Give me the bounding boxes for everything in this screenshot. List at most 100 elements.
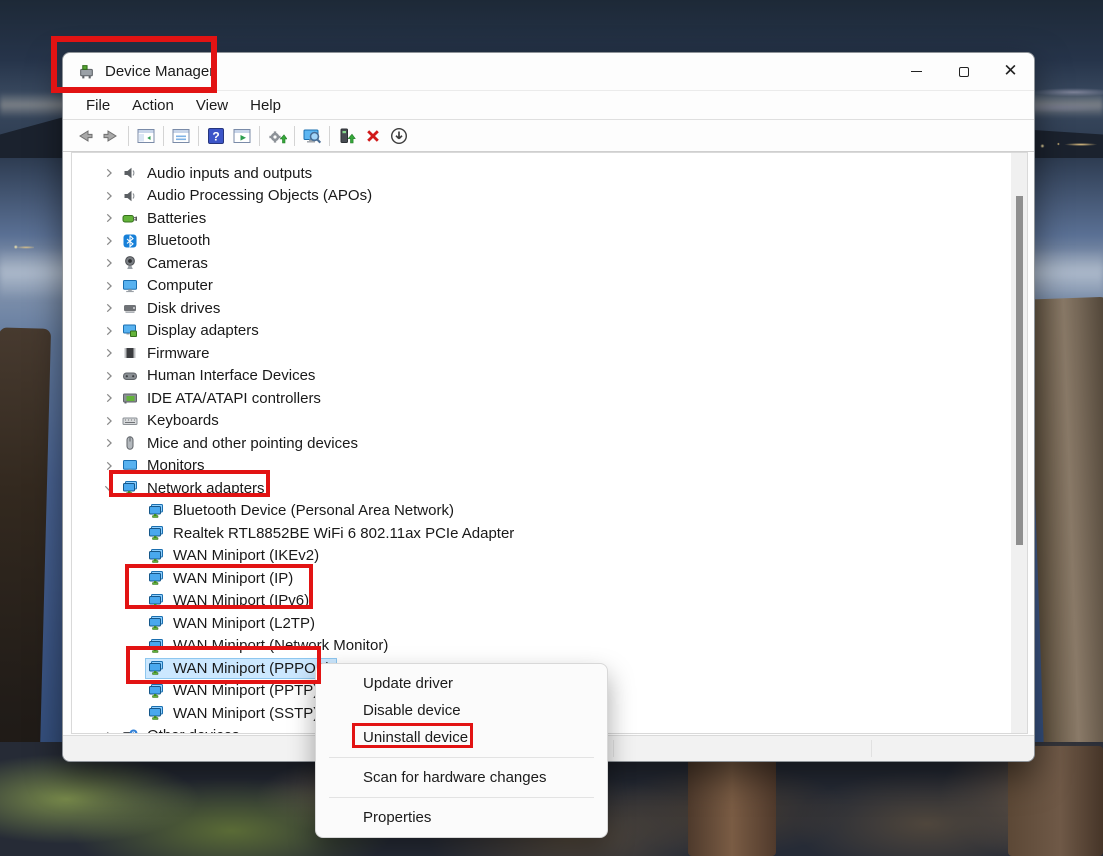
tree-item-target[interactable]: Display adapters — [119, 320, 265, 341]
context-menu-item-update-driver[interactable]: Update driver — [316, 670, 607, 697]
context-menu-item-properties[interactable]: Properties — [316, 804, 607, 831]
tree-item[interactable]: Display adapters — [72, 320, 1011, 343]
context-menu: Update driverDisable deviceUninstall dev… — [315, 663, 608, 838]
tree-item[interactable]: Monitors — [72, 455, 1011, 478]
chevron-right-icon[interactable] — [99, 233, 119, 249]
tree-item-target[interactable]: WAN Miniport (IKEv2) — [145, 545, 325, 566]
tree-item-target[interactable]: Firmware — [119, 343, 216, 364]
update-driver-icon[interactable] — [334, 124, 360, 148]
chevron-right-icon[interactable] — [99, 458, 119, 474]
scrollbar-thumb[interactable] — [1016, 196, 1023, 545]
update-driver-software-icon[interactable] — [264, 124, 290, 148]
tree-item-target[interactable]: Audio inputs and outputs — [119, 163, 318, 184]
tree-item[interactable]: Audio Processing Objects (APOs) — [72, 185, 1011, 208]
tree-item[interactable]: Mice and other pointing devices — [72, 432, 1011, 455]
tree-item-target[interactable]: Disk drives — [119, 298, 226, 319]
chevron-right-icon[interactable] — [99, 390, 119, 406]
tree-item-target[interactable]: Mice and other pointing devices — [119, 433, 364, 454]
menu-action[interactable]: Action — [121, 97, 185, 114]
menu-file[interactable]: File — [75, 97, 121, 114]
tree-item[interactable]: WAN Miniport (Network Monitor) — [72, 635, 1011, 658]
tree-item[interactable]: WAN Miniport (IP) — [72, 567, 1011, 590]
tree-item-label: WAN Miniport (L2TP) — [173, 615, 315, 632]
speaker-icon — [122, 188, 138, 204]
monitor-icon — [122, 458, 138, 474]
scan-hardware-icon[interactable] — [299, 124, 325, 148]
tree-item-target[interactable]: Network adapters — [119, 478, 271, 499]
device-tree-panel: Audio inputs and outputs Audio Processing… — [71, 152, 1028, 734]
tree-item-target[interactable]: Audio Processing Objects (APOs) — [119, 185, 378, 206]
help-icon[interactable]: ? — [203, 124, 229, 148]
tree-item-target[interactable]: IDE ATA/ATAPI controllers — [119, 388, 327, 409]
tree-item-target[interactable]: Batteries — [119, 208, 212, 229]
tree-item-target[interactable]: WAN Miniport (SSTP) — [145, 703, 324, 724]
chevron-right-icon[interactable] — [99, 255, 119, 271]
maximize-button[interactable] — [940, 53, 987, 90]
tree-item[interactable]: WAN Miniport (L2TP) — [72, 612, 1011, 635]
tree-item-target[interactable]: WAN Miniport (PPTP) — [145, 680, 324, 701]
tree-item[interactable]: Keyboards — [72, 410, 1011, 433]
chevron-right-icon[interactable] — [99, 323, 119, 339]
context-menu-item-scan-for-hardware-changes[interactable]: Scan for hardware changes — [316, 764, 607, 791]
tree-item-label: Bluetooth — [147, 232, 210, 249]
tree-item[interactable]: Cameras — [72, 252, 1011, 275]
close-button[interactable]: ✕ — [987, 53, 1034, 90]
chevron-right-icon[interactable] — [99, 345, 119, 361]
chevron-down-icon[interactable] — [99, 480, 119, 496]
tree-item[interactable]: WAN Miniport (IPv6) — [72, 590, 1011, 613]
tree-item[interactable]: IDE ATA/ATAPI controllers — [72, 387, 1011, 410]
tree-item-target[interactable]: WAN Miniport (Network Monitor) — [145, 635, 394, 656]
tree-item-target[interactable]: Bluetooth — [119, 230, 216, 251]
show-console-tree-icon[interactable] — [133, 124, 159, 148]
chevron-right-icon[interactable] — [99, 728, 119, 733]
vertical-scrollbar[interactable] — [1011, 153, 1027, 733]
menu-help[interactable]: Help — [239, 97, 292, 114]
network-icon — [148, 548, 164, 564]
tree-item-target[interactable]: Human Interface Devices — [119, 365, 321, 386]
tree-item-target[interactable]: WAN Miniport (L2TP) — [145, 613, 321, 634]
chevron-right-icon[interactable] — [99, 435, 119, 451]
back-icon[interactable] — [72, 124, 98, 148]
chevron-right-icon[interactable] — [99, 278, 119, 294]
chevron-right-icon[interactable] — [99, 188, 119, 204]
tree-item[interactable]: Bluetooth Device (Personal Area Network) — [72, 500, 1011, 523]
tree-item[interactable]: Network adapters — [72, 477, 1011, 500]
tree-item[interactable]: WAN Miniport (IKEv2) — [72, 545, 1011, 568]
tree-item-target[interactable]: WAN Miniport (IP) — [145, 568, 299, 589]
uninstall-device-icon[interactable] — [360, 124, 386, 148]
chevron-right-icon[interactable] — [99, 165, 119, 181]
context-menu-item-uninstall-device[interactable]: Uninstall device — [316, 724, 607, 751]
disable-device-icon[interactable] — [386, 124, 412, 148]
tree-item-target[interactable]: Keyboards — [119, 410, 225, 431]
tree-item-target[interactable]: Cameras — [119, 253, 214, 274]
tree-item[interactable]: Disk drives — [72, 297, 1011, 320]
tree-item-target[interactable]: ?Other devices — [119, 725, 246, 733]
tree-item-target[interactable]: Bluetooth Device (Personal Area Network) — [145, 500, 460, 521]
tree-item[interactable]: Computer — [72, 275, 1011, 298]
tree-item-target[interactable]: WAN Miniport (PPPOE) — [145, 658, 337, 679]
tree-item-target[interactable]: Monitors — [119, 455, 211, 476]
tree-item[interactable]: Human Interface Devices — [72, 365, 1011, 388]
computer-icon — [122, 278, 138, 294]
tree-item[interactable]: Audio inputs and outputs — [72, 162, 1011, 185]
chevron-right-icon[interactable] — [99, 210, 119, 226]
tree-item-target[interactable]: WAN Miniport (IPv6) — [145, 590, 315, 611]
unknown-icon: ? — [122, 728, 138, 733]
tree-item[interactable]: Firmware — [72, 342, 1011, 365]
titlebar[interactable]: Device Manager ✕ — [63, 53, 1034, 91]
chevron-right-icon[interactable] — [99, 300, 119, 316]
minimize-button[interactable] — [893, 53, 940, 90]
tree-item[interactable]: Bluetooth — [72, 230, 1011, 253]
tree-item-target[interactable]: Computer — [119, 275, 219, 296]
chevron-right-icon[interactable] — [99, 413, 119, 429]
tree-item[interactable]: Batteries — [72, 207, 1011, 230]
tree-item-target[interactable]: Realtek RTL8852BE WiFi 6 802.11ax PCIe A… — [145, 523, 520, 544]
properties-pane-icon[interactable] — [168, 124, 194, 148]
forward-icon[interactable] — [98, 124, 124, 148]
tree-item[interactable]: Realtek RTL8852BE WiFi 6 802.11ax PCIe A… — [72, 522, 1011, 545]
context-menu-item-disable-device[interactable]: Disable device — [316, 697, 607, 724]
chevron-right-icon[interactable] — [99, 368, 119, 384]
menu-view[interactable]: View — [185, 97, 239, 114]
action-pane-icon[interactable] — [229, 124, 255, 148]
tree-item-label: Audio inputs and outputs — [147, 165, 312, 182]
